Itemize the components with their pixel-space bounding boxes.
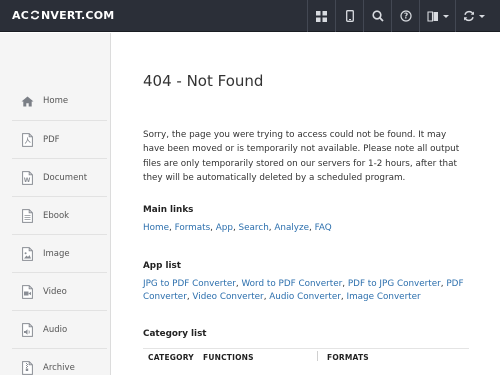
sidebar-item-archive[interactable]: Archive xyxy=(12,348,107,386)
sidebar-item-label: Home xyxy=(43,96,69,106)
sidebar-item-label: Image xyxy=(43,248,70,259)
svg-text:?: ? xyxy=(403,12,407,21)
convert-dropdown[interactable] xyxy=(455,0,491,32)
chevron-down-icon xyxy=(442,14,449,18)
video-file-icon xyxy=(12,284,42,299)
column-header-category: CATEGORY xyxy=(148,353,194,362)
document-file-icon: W xyxy=(12,170,42,185)
sidebar: Home PDF W Document Ebook Image Video Au… xyxy=(0,33,111,375)
category-list-heading: Category list xyxy=(143,329,207,339)
sidebar-item-home[interactable]: Home xyxy=(12,82,107,120)
link-analyze[interactable]: Analyze xyxy=(274,223,309,233)
archive-file-icon xyxy=(12,360,42,375)
site-logo[interactable]: AC NVERT.COM xyxy=(12,9,114,22)
link-jpg-to-pdf[interactable]: JPG to PDF Converter xyxy=(143,279,236,289)
link-search[interactable]: Search xyxy=(239,223,269,233)
search-button[interactable] xyxy=(363,0,391,32)
sidebar-item-label: PDF xyxy=(43,134,60,145)
link-faq[interactable]: FAQ xyxy=(315,223,332,233)
svg-text:W: W xyxy=(23,177,30,184)
audio-file-icon xyxy=(12,322,42,337)
main-links-list: Home, Formats, App, Search, Analyze, FAQ xyxy=(143,223,332,233)
sidebar-item-label: Ebook xyxy=(43,210,70,221)
link-pdf-to-jpg[interactable]: PDF to JPG Converter xyxy=(348,279,441,289)
convert-refresh-icon xyxy=(463,10,474,22)
sidebar-item-label: Audio xyxy=(43,324,68,335)
image-file-icon xyxy=(12,246,42,261)
link-formats[interactable]: Formats xyxy=(175,223,211,233)
apps-button[interactable] xyxy=(307,0,335,32)
main-links-heading: Main links xyxy=(143,205,194,215)
sidebar-item-audio[interactable]: Audio xyxy=(12,310,107,348)
column-divider xyxy=(317,351,318,361)
category-table: CATEGORY FUNCTIONS FORMATS xyxy=(143,348,469,378)
app-list: JPG to PDF Converter, Word to PDF Conver… xyxy=(143,279,464,303)
page-title: 404 - Not Found xyxy=(143,72,264,90)
link-image-converter[interactable]: Image Converter xyxy=(347,292,421,302)
column-header-functions: FUNCTIONS xyxy=(203,353,254,362)
sidebar-item-image[interactable]: Image xyxy=(12,234,107,272)
link-audio-converter[interactable]: Audio Converter xyxy=(269,292,341,302)
app-list-heading: App list xyxy=(143,261,181,271)
mobile-icon xyxy=(345,10,354,22)
logo-text-left: AC xyxy=(12,9,29,22)
link-video-converter[interactable]: Video Converter xyxy=(192,292,263,302)
column-header-formats: FORMATS xyxy=(327,353,369,362)
sidebar-item-label: Document xyxy=(43,172,88,183)
help-button[interactable]: ? xyxy=(391,0,419,32)
search-icon xyxy=(371,10,384,22)
home-icon xyxy=(12,96,42,107)
logo-text-right: NVERT.COM xyxy=(41,9,115,22)
help-icon: ? xyxy=(399,10,412,22)
sidebar-item-label: Video xyxy=(43,286,67,297)
link-home[interactable]: Home xyxy=(143,223,169,233)
pdf-file-icon xyxy=(12,132,42,147)
language-book-icon xyxy=(426,10,438,22)
link-app[interactable]: App xyxy=(216,223,233,233)
sidebar-item-label: Archive xyxy=(43,362,75,373)
sidebar-item-ebook[interactable]: Ebook xyxy=(12,196,107,234)
mobile-button[interactable] xyxy=(335,0,363,32)
top-navbar: AC NVERT.COM ? xyxy=(0,0,500,32)
sidebar-item-pdf[interactable]: PDF xyxy=(12,120,107,158)
ebook-file-icon xyxy=(12,208,42,223)
error-message: Sorry, the page you were trying to acces… xyxy=(143,130,460,184)
sidebar-item-document[interactable]: W Document xyxy=(12,158,107,196)
chevron-down-icon xyxy=(478,14,485,18)
sidebar-item-video[interactable]: Video xyxy=(12,272,107,310)
apps-grid-icon xyxy=(316,10,327,22)
logo-refresh-icon xyxy=(30,10,40,20)
link-word-to-pdf[interactable]: Word to PDF Converter xyxy=(241,279,342,289)
language-dropdown[interactable] xyxy=(419,0,455,32)
